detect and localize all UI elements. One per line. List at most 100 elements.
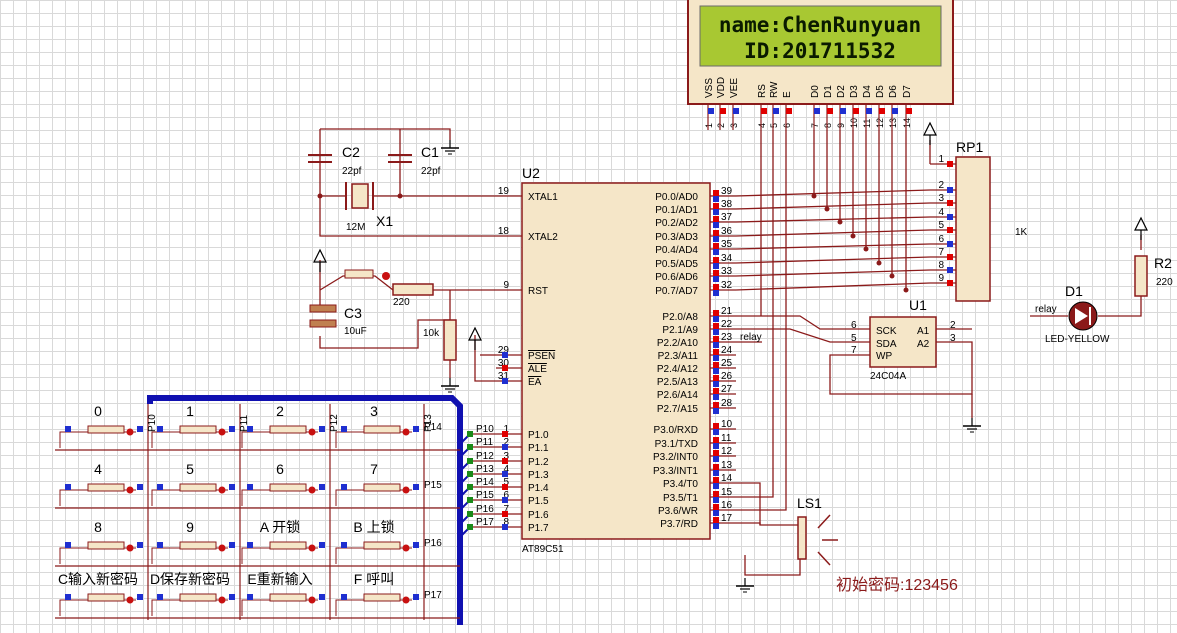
mcu-ref: U2 — [522, 165, 540, 181]
mcu-pin-name: P0.2/AD2 — [655, 218, 698, 229]
mcu-pin-marker — [713, 190, 719, 196]
key-label: B 上锁 — [353, 519, 394, 535]
lcd-pin-number: 12 — [875, 118, 885, 128]
mcu-pin-marker — [713, 375, 719, 381]
buzzer-body — [797, 516, 807, 560]
mcu-pin-marker — [713, 362, 719, 368]
mcu-pin-name: P3.2/INT0 — [653, 452, 698, 463]
keypad-key-d: D保存新密码 — [150, 571, 235, 616]
key-pin-marker — [157, 594, 163, 600]
key-wire — [151, 489, 182, 506]
lcd-pin-number: 6 — [782, 123, 792, 128]
led-r2-wire — [1098, 296, 1142, 317]
rp1-pin-marker — [947, 227, 953, 233]
p1-net-label: P13 — [476, 464, 494, 475]
schematic-canvas: name:ChenRunyuan ID:201711532 VSS 1 VDD 2 VE… — [55, 0, 1173, 625]
key-pin-marker — [229, 542, 235, 548]
key-wire — [59, 431, 90, 448]
key-button — [363, 593, 401, 602]
mcu-pin-marker — [713, 270, 719, 276]
keypad-key-4: 4 — [59, 461, 143, 506]
keypad-key-e: E重新输入 — [241, 571, 325, 616]
keypad-column-net: P10 — [147, 414, 158, 432]
mcu-pin-name: P2.3/A11 — [658, 351, 699, 362]
key-button — [363, 483, 401, 492]
key-label: E重新输入 — [247, 571, 312, 587]
key-pin-marker — [247, 542, 253, 548]
mcu-pin-marker — [713, 510, 719, 516]
key-label: D保存新密码 — [150, 571, 230, 587]
p1-net-label: P16 — [476, 504, 494, 515]
led-part: LED-YELLOW — [1045, 334, 1110, 345]
eeprom-pin-num-7: 7 — [851, 345, 857, 356]
mcu-pin-name: P0.5/AD5 — [655, 259, 698, 270]
rp1-pin-marker — [947, 161, 953, 167]
mcu-pin-marker — [713, 230, 719, 236]
rp1-pin-number: 2 — [938, 180, 944, 191]
key-label: 2 — [276, 403, 284, 419]
lcd-pin-name: VDD — [716, 77, 727, 98]
mcu-pin-name: P2.6/A14 — [657, 390, 699, 401]
key-button — [179, 425, 217, 434]
key-actuator — [402, 486, 410, 494]
p0-net-wire — [735, 229, 931, 237]
eeprom-pin-num-3: 3 — [950, 333, 956, 344]
mcu-pin-number: 9 — [503, 280, 509, 291]
lcd-pin-name: E — [782, 91, 793, 98]
rp1-pin-number: 7 — [938, 247, 944, 258]
p0-net-wire — [735, 269, 931, 277]
lcd-pin-name: D7 — [902, 85, 913, 98]
key-pin-marker — [341, 542, 347, 548]
p1-net-label: P14 — [476, 477, 494, 488]
mcu-pin-marker — [713, 464, 719, 470]
key-pin-marker — [413, 484, 419, 490]
keypad-key-2: 2 — [241, 403, 325, 448]
keypad-row-net: P14 — [424, 422, 442, 433]
keypad-key-9: 9 — [151, 519, 235, 564]
buzzer-ls1: LS1 — [797, 495, 822, 511]
mcu-pin-marker — [713, 316, 719, 322]
lcd-pin-marker — [720, 108, 726, 114]
mcu-pin-number: 26 — [721, 371, 733, 382]
mcu-pin-number: 18 — [498, 226, 510, 237]
mcu-pin-marker — [713, 523, 719, 529]
mcu-pin-marker — [713, 355, 719, 361]
eeprom-ref: U1 — [909, 297, 927, 313]
keypad-key-3: 3 — [335, 403, 419, 448]
junction-dot — [811, 193, 817, 199]
mcu-pin-name: P1.2 — [528, 457, 549, 468]
reset-circuit: C3 10uF 220 10k — [344, 297, 440, 339]
keypad-matrix: 0 1 2 3 4 5 6 7 8 9 A 开锁 B 上锁 C输入新密码 D保存新密码 E重新输入 F 呼叫 P… — [55, 395, 463, 625]
power-arrow — [1134, 216, 1148, 231]
mcu-pin-name: P0.0/AD0 — [655, 192, 698, 203]
lcd-pin-marker — [866, 108, 872, 114]
key-button — [87, 483, 125, 492]
keypad-row-net: P16 — [424, 538, 442, 549]
mcu-pin-marker — [713, 263, 719, 269]
x1-value: 12M — [346, 222, 365, 233]
keypad-row-net: P15 — [424, 480, 442, 491]
mcu-pin-name: XTAL2 — [528, 232, 558, 243]
initial-password-note: 初始密码:123456 — [836, 576, 958, 594]
p1-net-label: P11 — [476, 437, 493, 448]
key-pin-marker — [229, 484, 235, 490]
mcu-pin-number: 33 — [721, 266, 733, 277]
capacitor-c3-plate — [309, 319, 337, 328]
c2-ref: C2 — [342, 144, 360, 160]
mcu-pin-name: P3.3/INT1 — [653, 466, 698, 477]
key-pin-marker — [319, 542, 325, 548]
mcu-pin-name: XTAL1 — [528, 192, 558, 203]
p1-net-label: P12 — [476, 451, 494, 462]
lcd-pin-number: 14 — [902, 118, 912, 128]
mcu-pin-name: P0.1/AD1 — [655, 205, 698, 216]
lcd-pin-number: 13 — [888, 118, 898, 128]
key-pin-marker — [65, 484, 71, 490]
mcu-pin-name: P1.0 — [528, 430, 549, 441]
key-wire — [241, 599, 272, 616]
lcd-pin-name: D1 — [823, 85, 834, 98]
key-actuator — [308, 486, 316, 494]
lcd-pin-number: 8 — [823, 123, 833, 128]
key-pin-marker — [157, 484, 163, 490]
key-actuator — [402, 596, 410, 604]
keypad-key-f: F 呼叫 — [335, 571, 419, 616]
